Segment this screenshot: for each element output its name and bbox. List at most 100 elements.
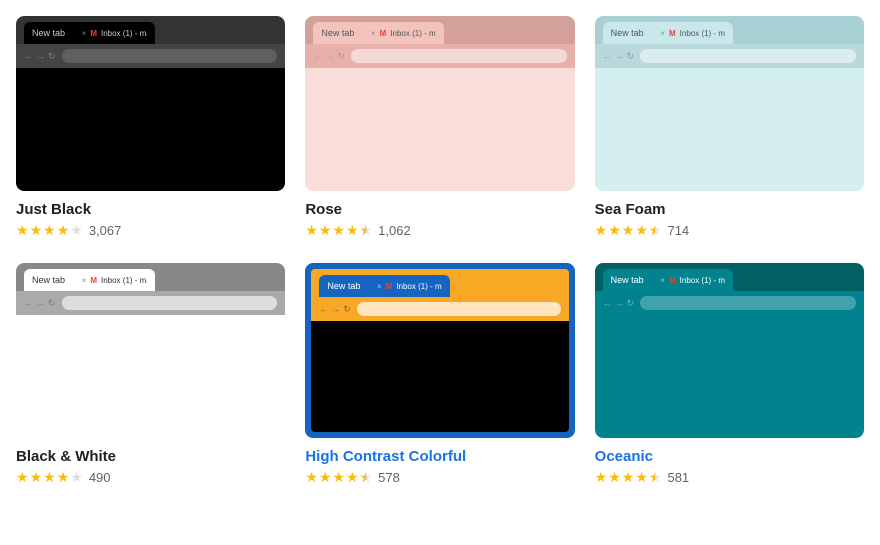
tab-label: New tab xyxy=(321,28,367,38)
browser-tab: New tab × M Inbox (1) - mai... xyxy=(313,22,444,44)
browser-tab: New tab × M Inbox (1) - mai... xyxy=(319,275,450,297)
browser-chrome: New tab × M Inbox (1) - mai... ← → ↻ xyxy=(311,269,568,321)
tab-label: New tab xyxy=(611,28,657,38)
star-full-icon: ★ xyxy=(43,469,56,486)
stars: ★★★★★ xyxy=(305,222,372,239)
stars: ★★★★★ xyxy=(16,469,83,486)
gmail-icon: M xyxy=(90,276,97,285)
browser-content xyxy=(305,68,574,191)
tab-close-icon: × xyxy=(377,282,382,291)
nav-arrows: ← → ↻ xyxy=(603,298,635,309)
theme-thumbnail: New tab × M Inbox (1) - mai... ← → ↻ xyxy=(16,16,285,191)
review-count: 714 xyxy=(667,223,689,238)
star-full-icon: ★ xyxy=(57,222,70,239)
theme-name: High Contrast Colorful xyxy=(305,448,574,465)
gmail-icon: M xyxy=(669,276,676,285)
inbox-label: Inbox (1) - mai... xyxy=(101,29,147,38)
gmail-icon: M xyxy=(380,29,387,38)
toolbar: ← → ↻ xyxy=(305,44,574,68)
address-bar xyxy=(351,49,567,63)
theme-name: Oceanic xyxy=(595,448,864,465)
inbox-label: Inbox (1) - mai... xyxy=(680,276,726,285)
theme-card-rose[interactable]: New tab × M Inbox (1) - mai... ← → ↻ xyxy=(305,16,574,239)
browser-mockup: New tab × M Inbox (1) - mai... ← → ↻ xyxy=(16,263,285,438)
browser-content xyxy=(311,321,568,432)
forward-icon: → xyxy=(325,51,334,62)
theme-card-just-black[interactable]: New tab × M Inbox (1) - mai... ← → ↻ xyxy=(16,16,285,239)
star-full-icon: ★ xyxy=(635,222,648,239)
browser-chrome: New tab × M Inbox (1) - mai... ← → ↻ xyxy=(595,16,864,68)
star-full-icon: ★ xyxy=(608,469,621,486)
nav-arrows: ← → ↻ xyxy=(313,51,345,62)
tab-label: New tab xyxy=(327,281,373,291)
tab-bar: New tab × M Inbox (1) - mai... xyxy=(16,263,285,291)
address-bar xyxy=(62,296,278,310)
forward-icon: → xyxy=(615,51,624,62)
rating-row: ★★★★★ 3,067 xyxy=(16,222,285,239)
inbox-label: Inbox (1) - mai... xyxy=(680,29,726,38)
back-icon: ← xyxy=(319,304,328,315)
toolbar: ← → ↻ xyxy=(16,291,285,315)
back-icon: ← xyxy=(24,51,33,62)
rating-row: ★★★★★ 1,062 xyxy=(305,222,574,239)
refresh-icon: ↻ xyxy=(627,51,635,62)
forward-icon: → xyxy=(331,304,340,315)
browser-mockup: New tab × M Inbox (1) - mai... ← → ↻ xyxy=(311,269,568,432)
stars: ★★★★★ xyxy=(16,222,83,239)
tab-bar: New tab × M Inbox (1) - mai... xyxy=(305,16,574,44)
tab-label: New tab xyxy=(611,275,657,285)
toolbar: ← → ↻ xyxy=(595,44,864,68)
refresh-icon: ↻ xyxy=(343,304,351,315)
inbox-label: Inbox (1) - mai... xyxy=(390,29,436,38)
stars: ★★★★★ xyxy=(305,469,372,486)
theme-name: Rose xyxy=(305,201,574,218)
refresh-icon: ↻ xyxy=(48,298,56,309)
star-full-icon: ★ xyxy=(595,222,608,239)
themes-grid: New tab × M Inbox (1) - mai... ← → ↻ xyxy=(16,16,864,486)
address-bar xyxy=(62,49,278,63)
browser-mockup: New tab × M Inbox (1) - mai... ← → ↻ xyxy=(595,16,864,191)
browser-tab: New tab × M Inbox (1) - mai... xyxy=(603,269,734,291)
review-count: 581 xyxy=(667,470,689,485)
forward-icon: → xyxy=(615,298,624,309)
stars: ★★★★★ xyxy=(595,222,662,239)
theme-card-high-contrast-colorful[interactable]: New tab × M Inbox (1) - mai... ← → ↻ xyxy=(305,263,574,486)
nav-arrows: ← → ↻ xyxy=(24,51,56,62)
browser-mockup: New tab × M Inbox (1) - mai... ← → ↻ xyxy=(305,16,574,191)
inbox-label: Inbox (1) - mai... xyxy=(396,282,442,291)
browser-mockup: New tab × M Inbox (1) - mai... ← → ↻ xyxy=(595,263,864,438)
address-bar xyxy=(640,296,856,310)
toolbar: ← → ↻ xyxy=(16,44,285,68)
theme-card-black-white[interactable]: New tab × M Inbox (1) - mai... ← → ↻ xyxy=(16,263,285,486)
star-full-icon: ★ xyxy=(319,469,332,486)
browser-tab: New tab × M Inbox (1) - mai... xyxy=(24,269,155,291)
address-bar xyxy=(357,302,561,316)
browser-mockup: New tab × M Inbox (1) - mai... ← → ↻ xyxy=(16,16,285,191)
star-full-icon: ★ xyxy=(635,469,648,486)
star-half-icon: ★ xyxy=(649,469,662,486)
back-icon: ← xyxy=(313,51,322,62)
nav-arrows: ← → ↻ xyxy=(603,51,635,62)
gmail-icon: M xyxy=(386,282,393,291)
gmail-icon: M xyxy=(669,29,676,38)
tab-close-icon: × xyxy=(371,29,376,38)
theme-thumbnail: New tab × M Inbox (1) - mai... ← → ↻ xyxy=(595,16,864,191)
back-icon: ← xyxy=(603,298,612,309)
theme-card-sea-foam[interactable]: New tab × M Inbox (1) - mai... ← → ↻ xyxy=(595,16,864,239)
browser-content xyxy=(16,315,285,438)
star-full-icon: ★ xyxy=(608,222,621,239)
star-full-icon: ★ xyxy=(305,469,318,486)
tab-close-icon: × xyxy=(82,276,87,285)
tab-label: New tab xyxy=(32,275,78,285)
star-full-icon: ★ xyxy=(319,222,332,239)
gmail-icon: M xyxy=(90,29,97,38)
toolbar: ← → ↻ xyxy=(595,291,864,315)
browser-tab: New tab × M Inbox (1) - mai... xyxy=(24,22,155,44)
star-full-icon: ★ xyxy=(30,469,43,486)
theme-card-oceanic[interactable]: New tab × M Inbox (1) - mai... ← → ↻ xyxy=(595,263,864,486)
browser-tab: New tab × M Inbox (1) - mai... xyxy=(603,22,734,44)
forward-icon: → xyxy=(36,298,45,309)
browser-chrome: New tab × M Inbox (1) - mai... ← → ↻ xyxy=(16,263,285,315)
tab-close-icon: × xyxy=(660,29,665,38)
tab-close-icon: × xyxy=(82,29,87,38)
